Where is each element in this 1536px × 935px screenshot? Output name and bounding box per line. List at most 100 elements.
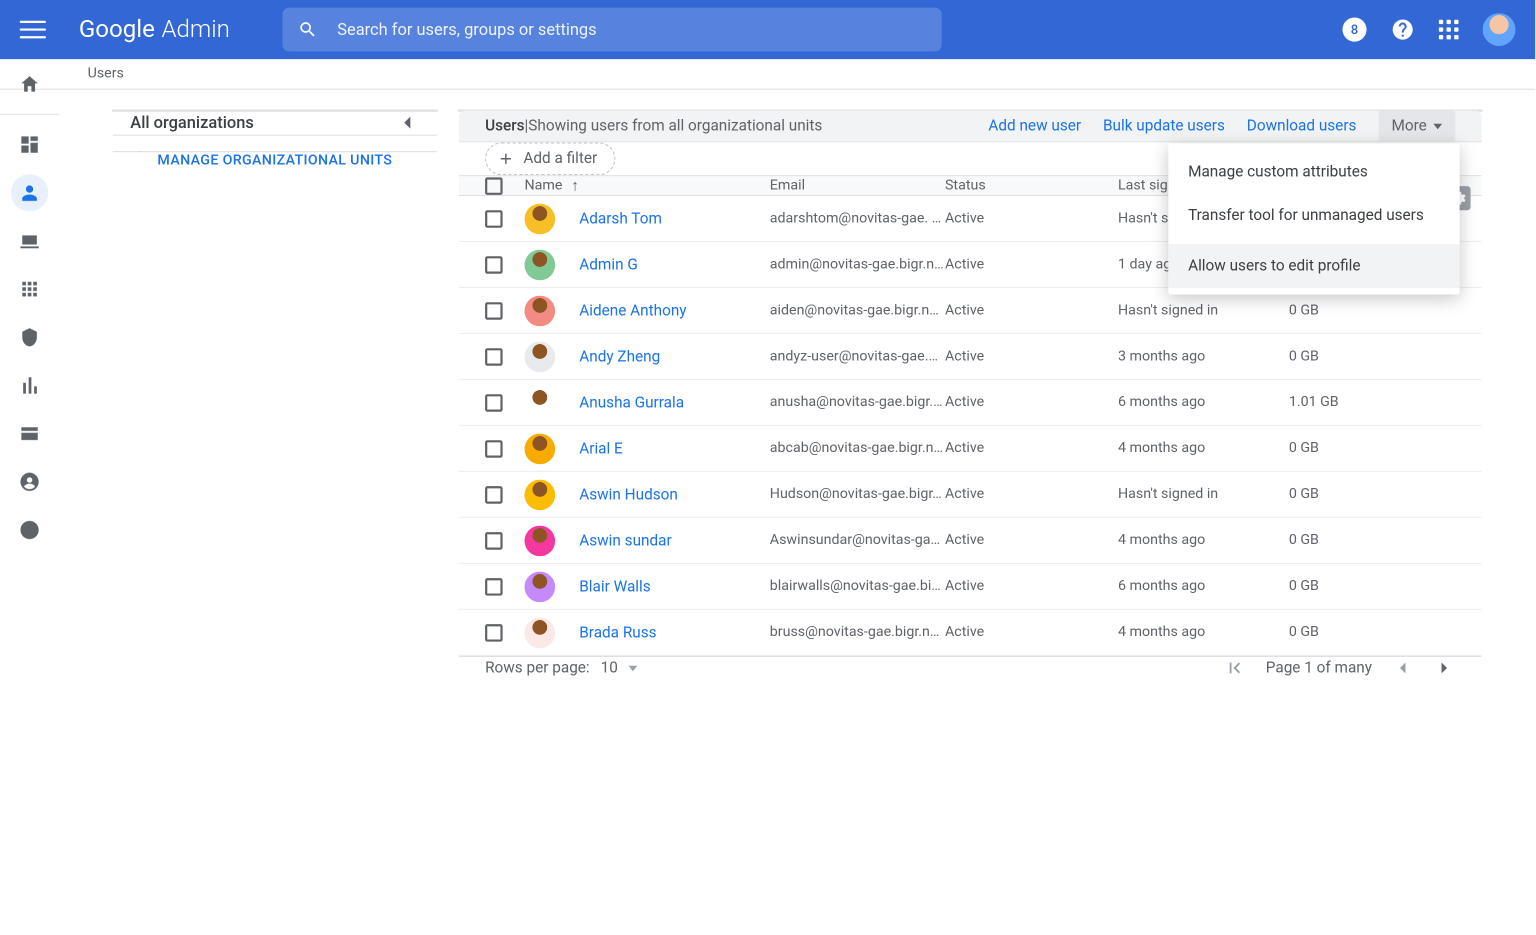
rail-rules[interactable] <box>11 511 48 548</box>
user-storage: 0 GB <box>1289 348 1377 364</box>
rail-devices[interactable] <box>11 222 48 259</box>
more-label: More <box>1391 117 1426 135</box>
table-row[interactable]: Aidene Anthonyaiden@novitas-gae.bigr.na.… <box>459 288 1482 334</box>
table-row[interactable]: Aswin Hudson Hudson@novitas-gae.bigr.n...… <box>459 472 1482 518</box>
logo-google: Google <box>79 16 155 43</box>
user-email: andyz-user@novitas-gae.bi... <box>770 348 945 364</box>
row-checkbox[interactable] <box>485 486 503 504</box>
rail-reports[interactable] <box>11 367 48 404</box>
user-name-link[interactable]: Adarsh Tom <box>579 210 662 228</box>
pager: Rows per page: 10 Page 1 of many <box>459 656 1482 679</box>
row-checkbox[interactable] <box>485 210 503 228</box>
user-email: Hudson@novitas-gae.bigr.n... <box>770 486 945 502</box>
rail-home[interactable] <box>11 66 48 103</box>
row-checkbox[interactable] <box>485 624 503 642</box>
user-last-signin: 4 months ago <box>1118 440 1289 456</box>
user-status: Active <box>945 578 1118 594</box>
table-row[interactable]: Blair Walls blairwalls@novitas-gae.bigr..… <box>459 564 1482 610</box>
breadcrumb-users[interactable]: Users <box>88 66 124 82</box>
global-search[interactable] <box>282 8 941 52</box>
user-avatar <box>525 479 556 510</box>
manage-orgs-button[interactable]: MANAGE ORGANIZATIONAL UNITS <box>113 151 437 169</box>
row-checkbox[interactable] <box>485 394 503 412</box>
bulk-update-button[interactable]: Bulk update users <box>1103 117 1225 135</box>
row-checkbox[interactable] <box>485 348 503 366</box>
user-name-link[interactable]: Admin G <box>579 256 638 274</box>
user-status: Active <box>945 256 1118 272</box>
sort-asc-icon: ↑ <box>571 176 579 195</box>
add-filter-label: Add a filter <box>523 150 597 168</box>
add-user-button[interactable]: Add new user <box>988 117 1081 135</box>
add-filter-button[interactable]: Add a filter <box>485 142 616 175</box>
table-row[interactable]: Aswin sundar Aswinsundar@novitas-gae....A… <box>459 518 1482 564</box>
user-avatar <box>525 387 556 418</box>
users-panel-header: Users | Showing users from all organizat… <box>459 111 1482 143</box>
rows-per-page-value: 10 <box>601 659 618 677</box>
rail-dashboard[interactable] <box>11 126 48 163</box>
user-storage: 0 GB <box>1289 302 1377 318</box>
table-row[interactable]: Anusha Gurralaanusha@novitas-gae.bigr.n.… <box>459 380 1482 426</box>
user-name-link[interactable]: Brada Russ <box>579 624 656 642</box>
col-name-header[interactable]: Name ↑ <box>525 176 770 195</box>
app-logo[interactable]: Google Admin <box>79 16 230 43</box>
more-button[interactable]: More <box>1378 111 1455 142</box>
user-status: Active <box>945 532 1118 548</box>
user-email: Aswinsundar@novitas-gae.... <box>770 532 945 548</box>
user-name-link[interactable]: Aswin sundar <box>579 532 671 550</box>
row-checkbox[interactable] <box>485 532 503 550</box>
rail-users[interactable] <box>11 174 48 211</box>
apps-icon[interactable] <box>1439 20 1459 40</box>
table-row[interactable]: Arial Eabcab@novitas-gae.bigr.na...Activ… <box>459 426 1482 472</box>
row-checkbox[interactable] <box>485 440 503 458</box>
user-status: Active <box>945 348 1118 364</box>
user-email: blairwalls@novitas-gae.bigr... <box>770 578 945 594</box>
header-badge[interactable]: 8 <box>1342 18 1366 42</box>
plus-icon <box>497 150 515 168</box>
user-name-link[interactable]: Andy Zheng <box>579 348 660 366</box>
user-email: admin@novitas-gae.bigr.na... <box>770 256 945 272</box>
user-avatar <box>525 525 556 556</box>
main-area: All organizations Users from all organiz… <box>59 90 1535 110</box>
user-name-link[interactable]: Blair Walls <box>579 578 650 596</box>
user-last-signin: Hasn't signed in <box>1118 486 1289 502</box>
user-name-link[interactable]: Aidene Anthony <box>579 302 686 320</box>
rail-account[interactable] <box>11 463 48 500</box>
table-row[interactable]: Andy Zheng andyz-user@novitas-gae.bi...Ac… <box>459 334 1482 380</box>
next-page-icon[interactable] <box>1433 657 1455 679</box>
user-avatar <box>525 295 556 326</box>
hamburger-menu-icon[interactable] <box>20 16 46 42</box>
download-users-button[interactable]: Download users <box>1247 117 1357 135</box>
rail-billing[interactable] <box>11 415 48 452</box>
user-name-link[interactable]: Arial E <box>579 440 623 458</box>
help-icon[interactable] <box>1391 18 1415 42</box>
menu-manage-attributes[interactable]: Manage custom attributes <box>1168 150 1459 194</box>
org-panel: All organizations Users from all organiz… <box>112 110 438 112</box>
row-checkbox[interactable] <box>485 302 503 320</box>
logo-admin: Admin <box>161 16 229 43</box>
user-name-link[interactable]: Anusha Gurrala <box>579 394 684 412</box>
prev-page-icon[interactable] <box>1392 657 1414 679</box>
rail-security[interactable] <box>11 319 48 356</box>
global-search-input[interactable] <box>337 20 926 40</box>
table-row[interactable]: Brada Russbruss@novitas-gae.bigr.na...Ac… <box>459 610 1482 656</box>
menu-transfer-tool[interactable]: Transfer tool for unmanaged users <box>1168 194 1459 238</box>
app-header: Google Admin 8 <box>0 0 1535 59</box>
col-email-header[interactable]: Email <box>770 177 945 193</box>
user-avatar <box>525 249 556 280</box>
select-all-checkbox[interactable] <box>485 177 503 195</box>
account-avatar[interactable] <box>1483 13 1516 46</box>
menu-allow-edit-profile[interactable]: Allow users to edit profile <box>1168 244 1459 288</box>
col-status-header[interactable]: Status <box>945 177 1118 193</box>
user-last-signin: 4 months ago <box>1118 532 1289 548</box>
row-checkbox[interactable] <box>485 256 503 274</box>
user-name-link[interactable]: Aswin Hudson <box>579 486 678 504</box>
rows-per-page[interactable]: Rows per page: 10 <box>485 659 637 677</box>
users-actions: Add new user Bulk update users Download … <box>988 111 1455 142</box>
rail-apps[interactable] <box>11 270 48 307</box>
user-status: Active <box>945 486 1118 502</box>
row-checkbox[interactable] <box>485 578 503 596</box>
first-page-icon[interactable] <box>1224 657 1246 679</box>
collapse-icon[interactable] <box>395 111 419 135</box>
user-status: Active <box>945 394 1118 410</box>
user-avatar <box>525 341 556 372</box>
